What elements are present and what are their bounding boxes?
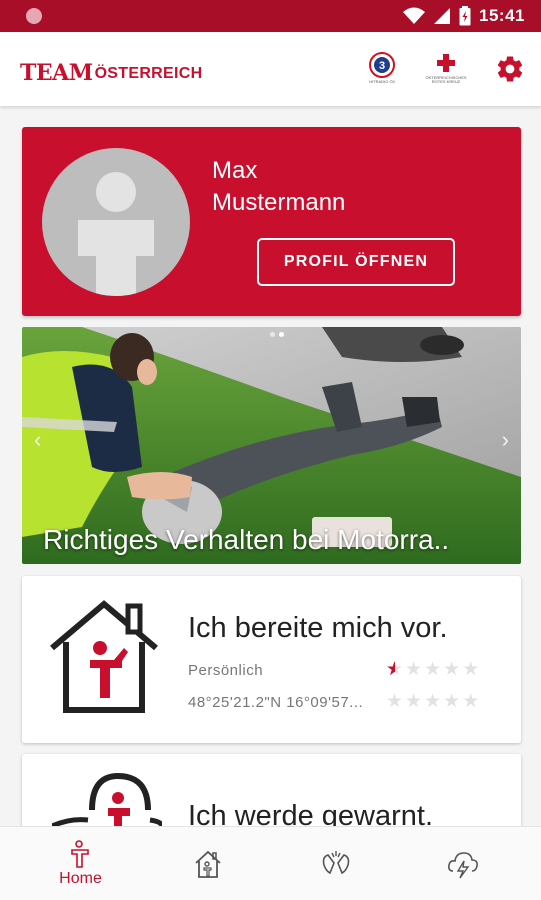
star-icon: ★ bbox=[386, 660, 403, 679]
bottom-navigation: Home bbox=[0, 826, 541, 900]
clock: 15:41 bbox=[479, 6, 525, 25]
logo-country-text: ÖSTERREICH bbox=[94, 65, 203, 82]
location-rating: ★ ★ ★ ★ ★ bbox=[386, 692, 479, 711]
notification-icon bbox=[26, 8, 42, 24]
nav-help[interactable] bbox=[268, 827, 403, 900]
carousel-indicator bbox=[270, 332, 284, 337]
nav-prepare[interactable] bbox=[140, 827, 275, 900]
card-location: 48°25'21.2"N 16°09'57... bbox=[188, 694, 364, 711]
star-icon: ★ bbox=[405, 659, 423, 680]
star-icon: ★ bbox=[443, 659, 461, 680]
svg-text:3: 3 bbox=[379, 60, 385, 72]
star-icon: ★ bbox=[386, 691, 404, 712]
thunderstorm-icon bbox=[447, 852, 478, 879]
person-placeholder-icon bbox=[78, 172, 154, 296]
status-icons: 15:41 bbox=[403, 6, 525, 26]
red-cross-logo[interactable]: ÖSTERREICHISCHES ROTES KREUZ bbox=[424, 52, 468, 88]
open-profile-button[interactable]: PROFIL ÖFFNEN bbox=[257, 238, 455, 286]
star-icon: ★ bbox=[405, 691, 423, 712]
card-subtitle: Persönlich bbox=[188, 662, 264, 679]
hands-icon bbox=[322, 851, 349, 875]
wifi-icon bbox=[403, 7, 426, 24]
news-carousel[interactable]: ‹ › Richtiges Verhalten bei Motorra.. bbox=[22, 327, 521, 564]
house-person-icon bbox=[50, 600, 158, 713]
profile-name: Max Mustermann bbox=[212, 155, 345, 219]
star-icon: ★ bbox=[462, 659, 480, 680]
first-name: Max bbox=[212, 157, 258, 184]
house-icon bbox=[194, 850, 221, 878]
star-icon: ★ bbox=[443, 691, 461, 712]
partner2-caption: ÖSTERREICHISCHES ROTES KREUZ bbox=[425, 75, 467, 85]
nav-home[interactable]: Home bbox=[13, 827, 148, 900]
oe3-icon: 3 bbox=[369, 52, 395, 78]
logo-team-text: TEAM bbox=[20, 60, 93, 86]
nav-warnings[interactable] bbox=[395, 827, 530, 900]
home-icon bbox=[70, 840, 89, 868]
red-cross-icon bbox=[437, 54, 455, 72]
warning-card[interactable]: Ich werde gewarnt. bbox=[22, 754, 521, 834]
prepare-card[interactable]: Ich bereite mich vor. Persönlich ★ ★ ★ ★… bbox=[22, 576, 521, 743]
partner1-caption: HITRADIO Ö3 bbox=[369, 79, 395, 84]
hitradio-oe3-logo[interactable]: 3 HITRADIO Ö3 bbox=[360, 52, 404, 88]
battery-icon bbox=[459, 6, 471, 26]
nav-home-label: Home bbox=[59, 870, 102, 887]
card-title: Ich bereite mich vor. bbox=[188, 612, 448, 644]
app-bar: TEAM ÖSTERREICH 3 HITRADIO Ö3 ÖSTERREICH… bbox=[0, 32, 541, 106]
avatar[interactable] bbox=[42, 148, 190, 296]
team-oesterreich-logo[interactable]: TEAM ÖSTERREICH bbox=[20, 54, 202, 84]
alert-person-icon bbox=[52, 772, 162, 834]
gear-icon[interactable] bbox=[495, 54, 525, 84]
chevron-right-icon[interactable]: › bbox=[502, 427, 509, 453]
signal-icon bbox=[434, 8, 451, 24]
star-icon: ★ bbox=[424, 659, 442, 680]
personal-rating: ★ ★ ★ ★ ★ bbox=[386, 660, 479, 679]
carousel-dot[interactable] bbox=[270, 332, 275, 337]
star-icon: ★ bbox=[424, 691, 442, 712]
status-bar: 15:41 bbox=[0, 0, 541, 32]
profile-card: Max Mustermann PROFIL ÖFFNEN bbox=[22, 127, 521, 316]
carousel-dot-active[interactable] bbox=[279, 332, 284, 337]
chevron-left-icon[interactable]: ‹ bbox=[34, 427, 41, 453]
banner-caption: Richtiges Verhalten bei Motorra.. bbox=[43, 524, 450, 555]
last-name: Mustermann bbox=[212, 189, 346, 216]
star-icon: ★ bbox=[462, 691, 480, 712]
